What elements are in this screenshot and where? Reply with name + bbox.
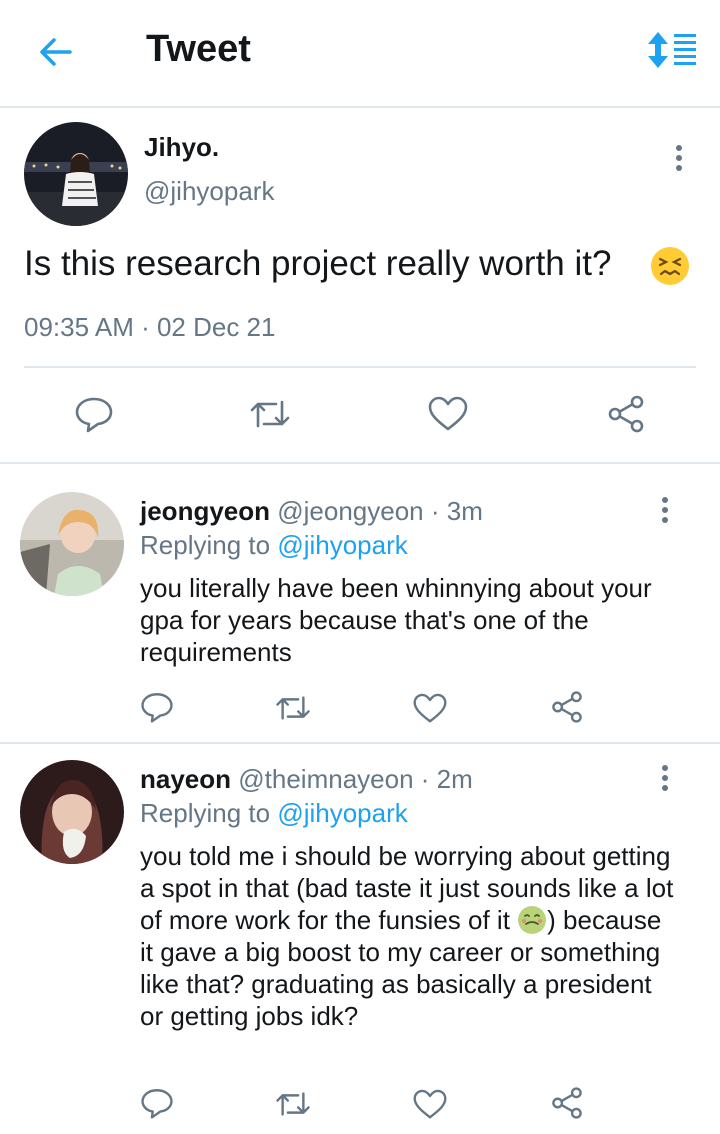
share-icon [608, 395, 644, 433]
main-tweet: Jihyo. @jihyopark Is this research proje… [0, 106, 720, 464]
tweet-timestamp: 09:35 AM · 02 Dec 21 [24, 312, 276, 342]
sort-list-icon [648, 32, 696, 68]
like-button[interactable] [413, 1089, 447, 1125]
share-button[interactable] [550, 690, 584, 729]
reply-header: nayeon @theimnayeon · 2m [140, 764, 473, 795]
retweet-icon [276, 696, 310, 720]
reply-tweet: nayeon @theimnayeon · 2m Replying to @ji… [0, 744, 720, 1134]
reply-icon [141, 1089, 173, 1119]
reply-button[interactable] [140, 690, 174, 729]
reply-text: you told me i should be worrying about g… [140, 840, 680, 1032]
heart-icon [428, 396, 468, 431]
share-button[interactable] [606, 394, 646, 439]
more-options-button[interactable] [664, 140, 694, 180]
reply-tweet: jeongyeon @jeongyeon · 3m Replying to @j… [0, 464, 720, 744]
retweet-button[interactable] [248, 396, 292, 437]
page-title: Tweet [146, 28, 251, 70]
sort-button[interactable] [646, 30, 698, 70]
confounded-face-emoji [650, 246, 690, 286]
more-options-button[interactable] [650, 762, 680, 802]
top-bar: Tweet [0, 0, 720, 108]
nauseated-face-emoji [517, 905, 547, 935]
divider [24, 366, 696, 368]
avatar[interactable] [24, 122, 128, 226]
heart-icon [413, 693, 447, 723]
author-handle[interactable]: @jeongyeon [277, 496, 423, 526]
reply-text: you literally have been whinnying about … [140, 573, 652, 667]
like-button[interactable] [428, 396, 468, 437]
reply-icon [75, 397, 113, 433]
author-handle[interactable]: @theimnayeon [238, 764, 413, 794]
replying-to: Replying to @jihyopark [140, 530, 408, 561]
like-button[interactable] [413, 693, 447, 729]
replying-label: Replying to [140, 530, 271, 560]
heart-icon [413, 1089, 447, 1119]
avatar[interactable] [20, 760, 124, 864]
author-name[interactable]: jeongyeon [140, 496, 270, 526]
retweet-icon [276, 1092, 310, 1116]
more-vertical-icon [662, 497, 668, 523]
author-name[interactable]: Jihyo. [144, 132, 219, 163]
more-vertical-icon [676, 145, 682, 171]
retweet-button[interactable] [274, 1088, 312, 1125]
arrow-left-icon [40, 38, 72, 66]
reply-header: jeongyeon @jeongyeon · 3m [140, 496, 483, 527]
reply-icon [141, 693, 173, 723]
more-vertical-icon [662, 765, 668, 791]
replying-label: Replying to [140, 798, 271, 828]
author-handle[interactable]: @jihyopark [144, 176, 274, 207]
author-name[interactable]: nayeon [140, 764, 231, 794]
avatar[interactable] [20, 492, 124, 596]
tweet-text: Is this research project really worth it… [24, 244, 612, 283]
mention-link[interactable]: @jihyopark [277, 530, 407, 560]
share-button[interactable] [550, 1086, 584, 1125]
more-options-button[interactable] [650, 494, 680, 534]
reply-time: · 3m [430, 496, 483, 526]
reply-button[interactable] [140, 1086, 174, 1125]
share-icon [552, 691, 582, 723]
replying-to: Replying to @jihyopark [140, 798, 408, 829]
retweet-button[interactable] [274, 692, 312, 729]
reply-time: · 2m [420, 764, 473, 794]
reply-button[interactable] [74, 394, 114, 439]
share-icon [552, 1087, 582, 1119]
retweet-icon [250, 400, 290, 428]
back-button[interactable] [36, 32, 76, 72]
mention-link[interactable]: @jihyopark [277, 798, 407, 828]
